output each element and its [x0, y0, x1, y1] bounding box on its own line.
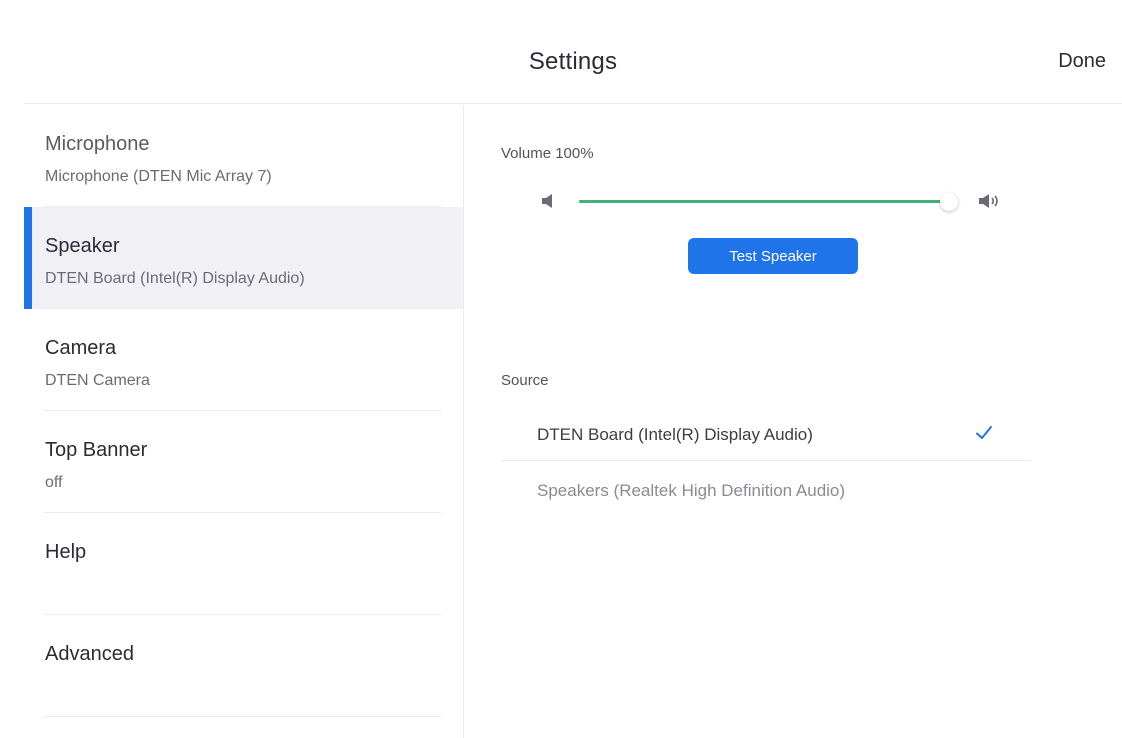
sidebar-item-advanced[interactable]: Advanced: [24, 615, 463, 717]
volume-control: [541, 189, 1011, 219]
sidebar-item-label: Speaker: [45, 235, 120, 257]
speaker-low-icon: [542, 194, 552, 208]
source-option-label: DTEN Board (Intel(R) Display Audio): [537, 425, 813, 444]
volume-slider-fill: [579, 200, 949, 203]
volume-label: Volume 100%: [501, 145, 594, 162]
sidebar-item-top-banner[interactable]: Top Banner off: [24, 411, 463, 513]
page-title: Settings: [528, 48, 618, 75]
test-speaker-button[interactable]: Test Speaker: [688, 238, 858, 274]
sidebar-item-label: Top Banner: [45, 439, 148, 461]
volume-slider-thumb[interactable]: [940, 193, 958, 211]
sidebar-item-help[interactable]: Help: [24, 513, 463, 615]
source-option-label: Speakers (Realtek High Definition Audio): [537, 481, 846, 500]
sidebar-item-sublabel: DTEN Camera: [45, 372, 150, 389]
done-button[interactable]: Done: [1058, 50, 1106, 73]
source-option-dten-board[interactable]: DTEN Board (Intel(R) Display Audio): [501, 405, 1031, 461]
sidebar-item-label: Microphone: [45, 133, 150, 155]
sidebar-item-sublabel: Microphone (DTEN Mic Array 7): [45, 168, 272, 185]
source-label: Source: [501, 372, 549, 389]
speaker-high-icon: [979, 194, 998, 208]
divider: [44, 716, 441, 717]
settings-sidebar: Microphone Microphone (DTEN Mic Array 7)…: [24, 105, 464, 738]
source-list: DTEN Board (Intel(R) Display Audio) Spea…: [501, 405, 1031, 517]
sidebar-item-label: Advanced: [45, 643, 134, 665]
sidebar-item-microphone[interactable]: Microphone Microphone (DTEN Mic Array 7): [24, 105, 463, 207]
speaker-settings-panel: Volume 100% Test Speaker Source DTEN Boa…: [465, 105, 1122, 738]
sidebar-item-label: Camera: [45, 337, 117, 359]
sidebar-item-camera[interactable]: Camera DTEN Camera: [24, 309, 463, 411]
volume-slider[interactable]: [579, 193, 958, 211]
settings-window: Settings Done Microphone Microphone (DTE…: [24, 26, 1122, 738]
selected-indicator: [24, 207, 32, 309]
sidebar-item-label: Help: [45, 541, 87, 563]
source-option-realtek-speakers[interactable]: Speakers (Realtek High Definition Audio): [501, 461, 1031, 517]
sidebar-item-sublabel: DTEN Board (Intel(R) Display Audio): [45, 270, 305, 287]
sidebar-item-sublabel: off: [45, 474, 63, 491]
sidebar-item-speaker[interactable]: Speaker DTEN Board (Intel(R) Display Aud…: [24, 207, 463, 309]
checkmark-icon: [976, 426, 992, 439]
settings-header: Settings Done: [24, 26, 1122, 104]
